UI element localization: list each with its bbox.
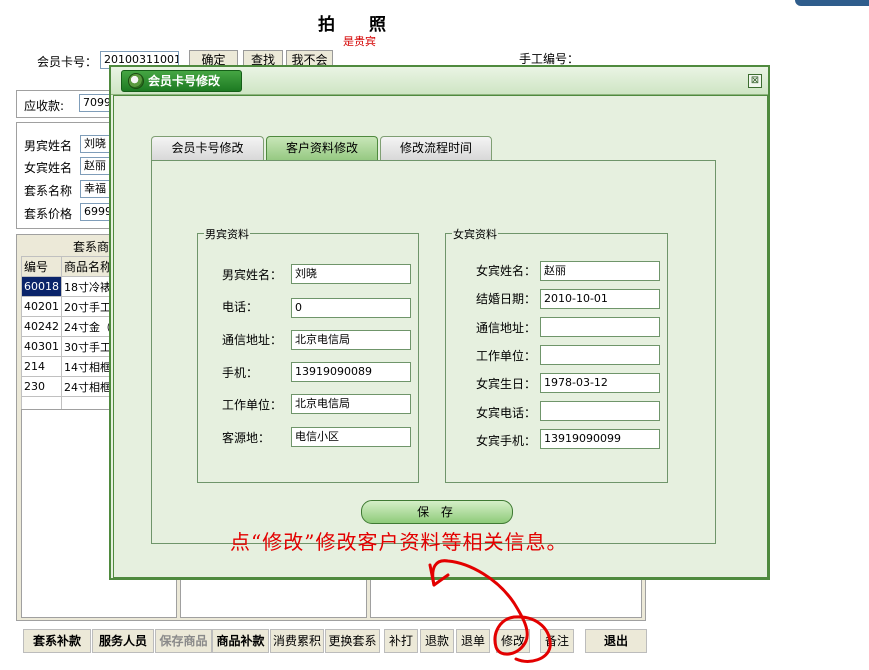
bride-work-label: 工作单位： [476, 349, 537, 363]
bride-legend: 女宾资料 [452, 226, 498, 242]
vip-label: 是贵宾 [343, 35, 376, 48]
save-button[interactable]: 保 存 [361, 500, 513, 524]
bride-birthday-label: 女宾生日： [476, 377, 537, 391]
bride-name-label: 女宾姓名： [476, 264, 537, 278]
app-logo-icon [128, 73, 144, 89]
bride-address-label: 通信地址： [476, 321, 537, 335]
table-row[interactable]: 40242 24寸金（ [21, 316, 116, 337]
groom-work-label: 工作单位： [222, 398, 283, 412]
package-price-value: 6999. [80, 203, 110, 221]
products-table[interactable]: 编号 商品名称 60018 18寸冷裱 40201 20寸手工 40242 24寸金（ … [21, 256, 116, 417]
bride-mobile-label: 女宾手机： [476, 434, 537, 448]
services-list [180, 575, 367, 618]
groom-phone-input[interactable]: 0 [291, 298, 411, 318]
bride-phone-input[interactable] [540, 401, 660, 421]
receivable-label: 应收款: [24, 99, 65, 113]
reprint-button[interactable]: 补打 [384, 629, 418, 653]
bride-name-value: 赵丽 [80, 157, 110, 175]
dialog-title-text: 会员卡号修改 [148, 74, 221, 88]
table-row[interactable]: 60018 18寸冷裱 [21, 276, 116, 297]
page-title: 拍 照 [318, 15, 386, 35]
groom-name-input[interactable]: 刘晓 [291, 264, 411, 284]
col-name: 商品名称 [60, 256, 116, 277]
cell: 14寸相框 [60, 356, 116, 377]
bride-name-label: 女宾姓名 [24, 161, 73, 175]
customer-tab-panel: 男宾资料 男宾姓名： 刘晓 电话： 0 通信地址： 北京电信局 手机： 1391… [151, 160, 716, 544]
groom-name-label: 男宾姓名： [222, 268, 283, 282]
tab-customer-modify[interactable]: 客户资料修改 [266, 136, 378, 160]
cell: 214 [21, 356, 62, 377]
groom-mobile-label: 手机： [222, 366, 259, 380]
cell: 40201 [21, 296, 62, 317]
wedding-date-label: 结婚日期： [476, 292, 537, 306]
source-label: 客源地： [222, 431, 271, 445]
card-number-label: 会员卡号： [37, 55, 98, 69]
bride-name-input[interactable]: 赵丽 [540, 261, 660, 281]
package-price-label: 套系价格 [24, 207, 73, 221]
cell: 20寸手工 [60, 296, 116, 317]
table-row[interactable]: 40201 20寸手工 [21, 296, 116, 317]
package-name-value: 幸福 [80, 180, 110, 198]
bride-phone-label: 女宾电话： [476, 406, 537, 420]
cell: 60018 [21, 276, 62, 297]
bride-mobile-input[interactable]: 13919090099 [540, 429, 660, 449]
tab-process-time[interactable]: 修改流程时间 [380, 136, 492, 160]
product-supplement-button[interactable]: 商品补款 [212, 629, 269, 653]
groom-mobile-input[interactable]: 13919090089 [291, 362, 411, 382]
bride-fieldset: 女宾资料 女宾姓名： 赵丽 结婚日期： 2010-10-01 通信地址： 工作单… [445, 226, 668, 483]
receivable-value: 7099. [79, 94, 111, 112]
products-title: 套系商 [73, 240, 110, 254]
table-row[interactable]: 40301 30寸手工 [21, 336, 116, 357]
dialog-titlebar[interactable]: 会员卡号修改 ⊠ [111, 67, 768, 95]
cell: 40242 [21, 316, 62, 337]
groom-legend: 男宾资料 [204, 226, 250, 242]
save-products-button[interactable]: 保存商品 [155, 629, 212, 653]
package-name-label: 套系名称 [24, 184, 73, 198]
tab-card-modify[interactable]: 会员卡号修改 [151, 136, 264, 160]
consumption-accumulate-button[interactable]: 消费累积 [270, 629, 324, 653]
service-staff-button[interactable]: 服务人员 [92, 629, 154, 653]
cell: 30寸手工 [60, 336, 116, 357]
package-supplement-button[interactable]: 套系补款 [23, 629, 91, 653]
bride-birthday-input[interactable]: 1978-03-12 [540, 373, 660, 393]
bride-work-input[interactable] [540, 345, 660, 365]
window-corner [795, 0, 869, 6]
cell: 230 [21, 376, 62, 397]
cell: 18寸冷裱 [60, 276, 116, 297]
dialog-title: 会员卡号修改 [121, 70, 242, 92]
cell: 24寸金（ [60, 316, 116, 337]
close-icon[interactable]: ⊠ [748, 74, 762, 88]
member-modify-dialog: 会员卡号修改 ⊠ 会员卡号修改 客户资料修改 修改流程时间 男宾资料 男宾姓名：… [109, 65, 770, 580]
groom-address-input[interactable]: 北京电信局 [291, 330, 411, 350]
table-row[interactable]: 214 14寸相框 [21, 356, 116, 377]
groom-name-value: 刘晓 [80, 135, 110, 153]
table-row[interactable]: 230 24寸相框 [21, 376, 116, 397]
exit-button[interactable]: 退出 [585, 629, 647, 653]
bride-address-input[interactable] [540, 317, 660, 337]
groom-name-label: 男宾姓名 [24, 139, 73, 153]
wedding-date-input[interactable]: 2010-10-01 [540, 289, 660, 309]
cell: 40301 [21, 336, 62, 357]
col-code: 编号 [21, 256, 62, 277]
groom-address-label: 通信地址： [222, 333, 283, 347]
annotation-arrow [428, 559, 552, 663]
groom-work-input[interactable]: 北京电信局 [291, 394, 411, 414]
source-input[interactable]: 电信小区 [291, 427, 411, 447]
groom-fieldset: 男宾资料 男宾姓名： 刘晓 电话： 0 通信地址： 北京电信局 手机： 1391… [197, 226, 419, 483]
groom-phone-label: 电话： [222, 300, 259, 314]
change-package-button[interactable]: 更换套系 [325, 629, 380, 653]
cell: 24寸相框 [60, 376, 116, 397]
